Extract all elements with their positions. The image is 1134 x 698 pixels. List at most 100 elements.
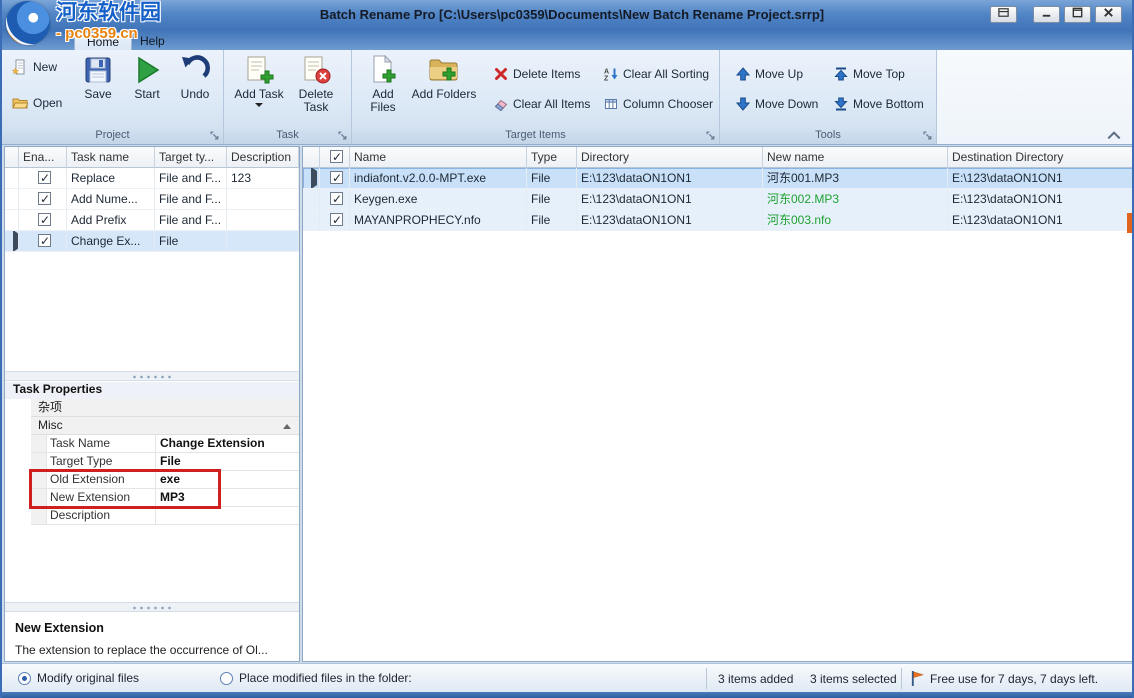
radio-unselected-icon [220,672,233,685]
add-folders-button[interactable]: Add Folders [410,55,478,101]
delete-items-button[interactable]: Delete Items [494,64,580,84]
property-category-misc[interactable]: Misc [31,417,299,435]
row-checkbox[interactable] [330,171,343,184]
dialog-launcher-icon[interactable] [923,131,933,141]
property-label: Old Extension [47,471,156,488]
close-button[interactable] [1095,6,1122,23]
titlebar[interactable]: Batch Rename Pro [C:\Users\pc0359\Docume… [2,0,1132,30]
property-value[interactable]: Change Extension [156,435,299,452]
radio-place-modified-files[interactable]: Place modified files in the folder: [220,671,412,685]
move-bottom-label: Move Bottom [853,97,924,111]
task-target-type-cell: File and F... [155,189,227,210]
column-header-new-name[interactable]: New name [763,147,948,168]
property-value[interactable]: MP3 [156,489,299,506]
minimize-button[interactable] [1033,6,1060,23]
task-target-type-cell: File and F... [155,210,227,231]
task-row[interactable]: Replace File and F... 123 [5,168,299,189]
column-header-description[interactable]: Description [227,147,299,168]
maximize-button[interactable] [1064,6,1091,23]
window-bottom-frame [2,692,1132,698]
column-header-task-name[interactable]: Task name [67,147,155,168]
file-name-cell: indiafont.v2.0.0-MPT.exe [350,168,527,189]
check-all-checkbox[interactable] [330,150,343,163]
save-label: Save [84,88,111,101]
trial-flag-icon [910,670,925,687]
column-header-type[interactable]: Type [527,147,577,168]
task-enabled-checkbox[interactable] [38,213,51,226]
horizontal-splitter[interactable] [5,371,299,381]
add-task-button[interactable]: Add Task [232,55,286,107]
column-header-name[interactable]: Name [350,147,527,168]
tab-home[interactable]: Home [74,32,132,50]
delete-items-x-icon [494,67,508,81]
task-row-selected[interactable]: Change Ex... File [5,231,299,252]
radio-modify-label: Modify original files [37,671,139,685]
edge-marker [1127,213,1133,233]
column-header-target-type[interactable]: Target ty... [155,147,227,168]
move-up-button[interactable]: Move Up [736,64,803,84]
new-button[interactable]: New [12,57,57,77]
property-value[interactable]: exe [156,471,299,488]
task-enabled-checkbox[interactable] [38,171,51,184]
open-label: Open [33,96,62,110]
style-icon [997,6,1010,24]
horizontal-splitter[interactable] [5,602,299,612]
row-checkbox[interactable] [330,192,343,205]
clear-all-items-button[interactable]: Clear All Items [494,94,590,114]
tab-help[interactable]: Help [128,32,177,50]
ribbon-group-project: New Open Save Start Undo Project [2,50,224,144]
radio-modify-original-files[interactable]: Modify original files [18,671,139,685]
column-header-check-all[interactable] [320,147,350,168]
delete-task-button[interactable]: Delete Task [288,55,344,114]
task-enabled-checkbox[interactable] [38,234,51,247]
target-row-selected[interactable]: indiafont.v2.0.0-MPT.exe File E:\123\dat… [303,168,1133,189]
save-button[interactable]: Save [76,55,120,101]
undo-button[interactable]: Undo [172,55,218,101]
svg-text:A: A [604,69,609,76]
ribbon-group-task: Add Task Delete Task Task [224,50,352,144]
clear-all-sorting-label: Clear All Sorting [623,67,709,81]
property-category-misc-cjk[interactable]: 杂项 [31,399,299,417]
clear-all-sorting-button[interactable]: AZ Clear All Sorting [604,64,709,84]
move-down-button[interactable]: Move Down [736,94,818,114]
property-value[interactable]: File [156,453,299,470]
style-button[interactable] [990,6,1017,23]
task-row[interactable]: Add Nume... File and F... [5,189,299,210]
dialog-launcher-icon[interactable] [706,131,716,141]
column-header-directory[interactable]: Directory [577,147,763,168]
column-header-destination-directory[interactable]: Destination Directory [948,147,1133,168]
collapse-chevron-icon [283,424,291,429]
task-description-cell [227,210,299,231]
target-row[interactable]: MAYANPROPHECY.nfo File E:\123\dataON1ON1… [303,210,1133,231]
row-checkbox[interactable] [330,213,343,226]
dialog-launcher-icon[interactable] [210,131,220,141]
dialog-launcher-icon[interactable] [338,131,348,141]
move-top-button[interactable]: Move Top [834,64,905,84]
column-header-indicator [5,147,19,168]
property-value[interactable] [156,507,299,524]
file-name-cell: Keygen.exe [350,189,527,210]
undo-arrow-icon [180,55,210,85]
delete-task-label: Delete Task [296,88,336,114]
add-files-icon [368,55,398,85]
add-files-button[interactable]: Add Files [360,55,406,114]
start-button[interactable]: Start [124,55,170,101]
property-label: Target Type [47,453,156,470]
property-row: Old Extension exe [31,471,299,489]
open-button[interactable]: Open [12,93,62,113]
task-enabled-checkbox[interactable] [38,192,51,205]
move-bottom-button[interactable]: Move Bottom [834,94,924,114]
column-chooser-button[interactable]: Column Chooser [604,94,713,114]
items-selected-status: 3 items selected [810,672,897,686]
delete-items-label: Delete Items [513,67,580,81]
move-down-arrow-icon [736,97,750,111]
move-top-arrow-icon [834,67,848,81]
target-row[interactable]: Keygen.exe File E:\123\dataON1ON1 河东002.… [303,189,1133,210]
trial-status: Free use for 7 days, 7 days left. [930,672,1098,686]
file-name-cell: MAYANPROPHECY.nfo [350,210,527,231]
column-header-enabled[interactable]: Ena... [19,147,67,168]
task-row[interactable]: Add Prefix File and F... [5,210,299,231]
ribbon-collapse-button[interactable] [1106,130,1122,141]
undo-label: Undo [181,88,210,101]
move-down-label: Move Down [755,97,818,111]
